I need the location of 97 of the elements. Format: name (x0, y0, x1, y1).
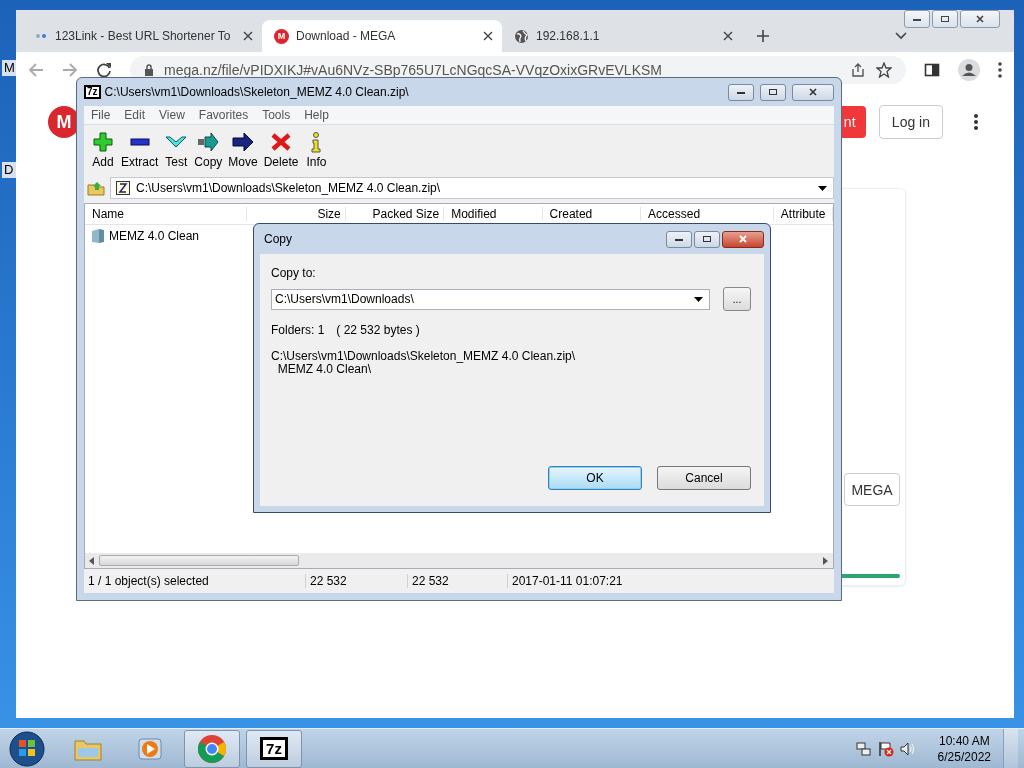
arrow-icon (196, 131, 221, 153)
status-text: 2017-01-11 01:07:21 (511, 574, 624, 588)
dropdown-arrow-icon[interactable] (818, 185, 827, 191)
column-header[interactable]: Modified (444, 207, 543, 221)
dialog-button[interactable]: OK (548, 466, 642, 490)
lock-icon (144, 64, 154, 76)
reload-icon[interactable] (96, 62, 112, 78)
toolbar-button[interactable]: Extract (118, 131, 162, 169)
menu-item[interactable]: File (84, 108, 118, 122)
archive-file-icon (115, 180, 131, 196)
toolbar-button[interactable]: Move (225, 131, 261, 169)
source-path: MEMZ 4.0 Clean\ (277, 363, 372, 376)
new-tab-icon[interactable] (756, 29, 770, 43)
flag-error-icon[interactable] (877, 740, 894, 757)
status-text: 22 532 (408, 574, 508, 588)
desktop-icon-label: D (2, 162, 16, 178)
more-icon[interactable] (974, 114, 978, 130)
plus-icon (91, 131, 115, 153)
maximize-icon (940, 15, 950, 23)
taskbar-button[interactable]: 7z (246, 729, 302, 768)
window-title: C:\Users\vm1\Downloads\Skeleton_MEMZ 4.0 Clean.zip\ (104, 85, 409, 99)
star-icon[interactable] (876, 62, 892, 78)
menu-item[interactable]: Tools (255, 108, 298, 122)
minimize-icon (912, 16, 922, 22)
close-tab-icon[interactable] (723, 31, 733, 41)
close-button[interactable] (722, 230, 764, 248)
menu-item[interactable]: Favorites (191, 108, 256, 122)
column-header[interactable]: Created (542, 207, 642, 221)
speaker-icon[interactable] (899, 740, 916, 757)
browser-tab[interactable]: 123Link - Best URL Shortener To (22, 20, 262, 52)
login-button[interactable]: Log in (878, 105, 943, 139)
summary-text: ( 22 532 bytes ) (336, 323, 420, 337)
column-header[interactable]: Accessed (641, 207, 774, 221)
media-player-icon (137, 735, 163, 762)
globe-icon (514, 28, 529, 44)
maximize-button[interactable] (760, 83, 786, 101)
arrow-icon (231, 131, 256, 153)
chrome-icon (197, 733, 227, 764)
menu-item[interactable]: Help (297, 108, 336, 122)
scroll-right-icon[interactable] (823, 556, 829, 565)
archiver-icon: 7z (84, 85, 101, 99)
maximize-button[interactable] (694, 230, 720, 248)
destination-field[interactable]: C:\Users\vm1\Downloads\ (271, 288, 710, 310)
column-header[interactable]: Attribute (773, 207, 833, 221)
menu-item[interactable]: Edit (117, 108, 153, 122)
scroll-left-icon[interactable] (89, 556, 95, 565)
browser-tab[interactable]: M Download - MEGA (262, 20, 502, 52)
column-header[interactable]: Name (85, 207, 248, 221)
source-path: C:\Users\vm1\Downloads\Skeleton_MEMZ 4.0 Clean.zip\ (271, 350, 577, 363)
clock[interactable]: 10:40 AM 6/25/2022 (937, 732, 991, 765)
minimize-icon (674, 236, 684, 242)
toolbar-button[interactable]: Info (301, 131, 332, 169)
close-tab-icon[interactable] (483, 31, 493, 41)
column-header[interactable]: Size (247, 207, 346, 221)
close-icon (808, 88, 818, 96)
archiver-icon: 7z (260, 737, 288, 760)
menu-icon[interactable] (998, 62, 1002, 78)
minimize-button[interactable] (666, 230, 692, 248)
maximize-button[interactable] (932, 10, 958, 28)
mega-button[interactable]: MEGA (844, 473, 900, 506)
menu-item[interactable]: View (152, 108, 192, 122)
toolbar-button[interactable]: Test (161, 131, 192, 169)
dialog-button[interactable]: Cancel (657, 466, 751, 490)
file-name[interactable]: MEMZ 4.0 Clean (109, 229, 200, 243)
close-icon (975, 15, 985, 23)
dialog-title: Copy (264, 232, 292, 246)
maximize-icon (702, 235, 712, 243)
toolbar-button[interactable]: Copy (191, 131, 226, 169)
desktop-icon-label: M (2, 60, 16, 76)
dropdown-arrow-icon[interactable] (694, 296, 703, 302)
close-tab-icon[interactable] (243, 31, 253, 41)
action-button[interactable]: nt (841, 106, 866, 138)
minimize-button[interactable] (904, 10, 930, 28)
status-text: 1 / 1 object(s) selected (84, 574, 306, 588)
summary-text: Folders: 1 (271, 323, 325, 337)
side-panel-icon[interactable] (924, 62, 940, 78)
maximize-icon (768, 88, 778, 96)
network-icon[interactable] (855, 740, 872, 757)
chevron-down-icon[interactable] (895, 32, 907, 40)
toolbar-button[interactable]: Delete (260, 131, 302, 169)
share-icon[interactable] (850, 62, 866, 78)
path-field[interactable]: C:\Users\vm1\Downloads\Skeleton_MEMZ 4.0 Clean.zip\ (110, 177, 834, 199)
close-button[interactable] (792, 83, 834, 101)
start-button[interactable] (8, 729, 46, 768)
browser-tab[interactable]: 192.168.1.1 (502, 20, 742, 52)
mega-logo-icon: M (274, 28, 289, 44)
close-icon (738, 235, 748, 243)
minimize-button[interactable] (728, 83, 754, 101)
field-label: Copy to: (271, 266, 317, 280)
profile-icon[interactable] (958, 59, 980, 81)
status-text: 22 532 (306, 574, 408, 588)
browse-button[interactable]: ... (723, 287, 751, 311)
column-header[interactable]: Packed Size (345, 207, 445, 221)
horizontal-scrollbar[interactable] (85, 553, 833, 568)
toolbar-button[interactable]: Add (88, 131, 118, 169)
folder-icon (91, 228, 105, 244)
taskbar-button[interactable] (184, 729, 240, 768)
